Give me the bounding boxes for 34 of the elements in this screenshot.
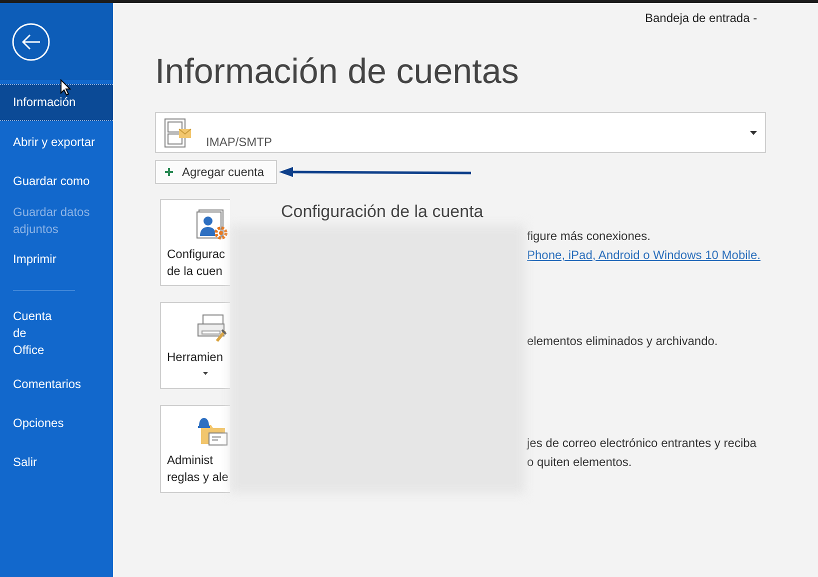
window-title: Bandeja de entrada - [645,10,758,24]
description-text: elementos eliminados y archivando. [527,333,719,350]
section-button[interactable]: Configurac de la cuen [160,199,230,286]
sidebar-item[interactable]: Guardar como [0,164,113,199]
button-label: Configurac [167,246,226,263]
description-text: o quiten elementos. [527,454,633,471]
caret-icon [750,130,757,134]
section-button[interactable]: Herramien [160,302,230,389]
button-label: Herramien [167,349,224,366]
sidebar-item[interactable]: Salir [0,445,113,480]
description-text: jes de correo electrónico entrantes y reciba [527,435,758,452]
caret-icon [203,372,208,375]
sidebar-item[interactable]: Abrir y exportar [0,125,113,160]
account-type: IMAP/SMTP [206,134,272,148]
sidebar-item[interactable]: Opciones [0,406,113,441]
plus-icon [165,168,173,176]
mailbox-icon [164,118,192,148]
sidebar-item[interactable]: Imprimir [0,242,113,277]
device-link[interactable]: Phone, iPad, Android o Windows 10 Mobile. [527,246,760,265]
sidebar-item[interactable]: Información [0,84,113,121]
add-account-button[interactable]: Agregar cuenta [155,160,277,184]
mouse-pointer-icon [60,79,71,96]
sidebar-item[interactable]: Comentarios [0,367,113,402]
section-heading: Configuración de la cuenta [281,202,484,222]
button-label: reglas y ale [167,469,228,486]
description-text: figure más conexiones. [527,228,652,245]
page-title: Información de cuentas [155,51,520,93]
back-button[interactable] [12,22,50,60]
sidebar-item[interactable]: Cuenta de Office [0,304,113,363]
button-label: Administ [167,452,214,469]
button-label: de la cuen [167,263,222,280]
account-settings-icon [195,208,229,242]
section-button[interactable]: Administ reglas y ale [160,405,230,493]
account-dropdown[interactable]: IMAP/SMTP [155,112,766,153]
